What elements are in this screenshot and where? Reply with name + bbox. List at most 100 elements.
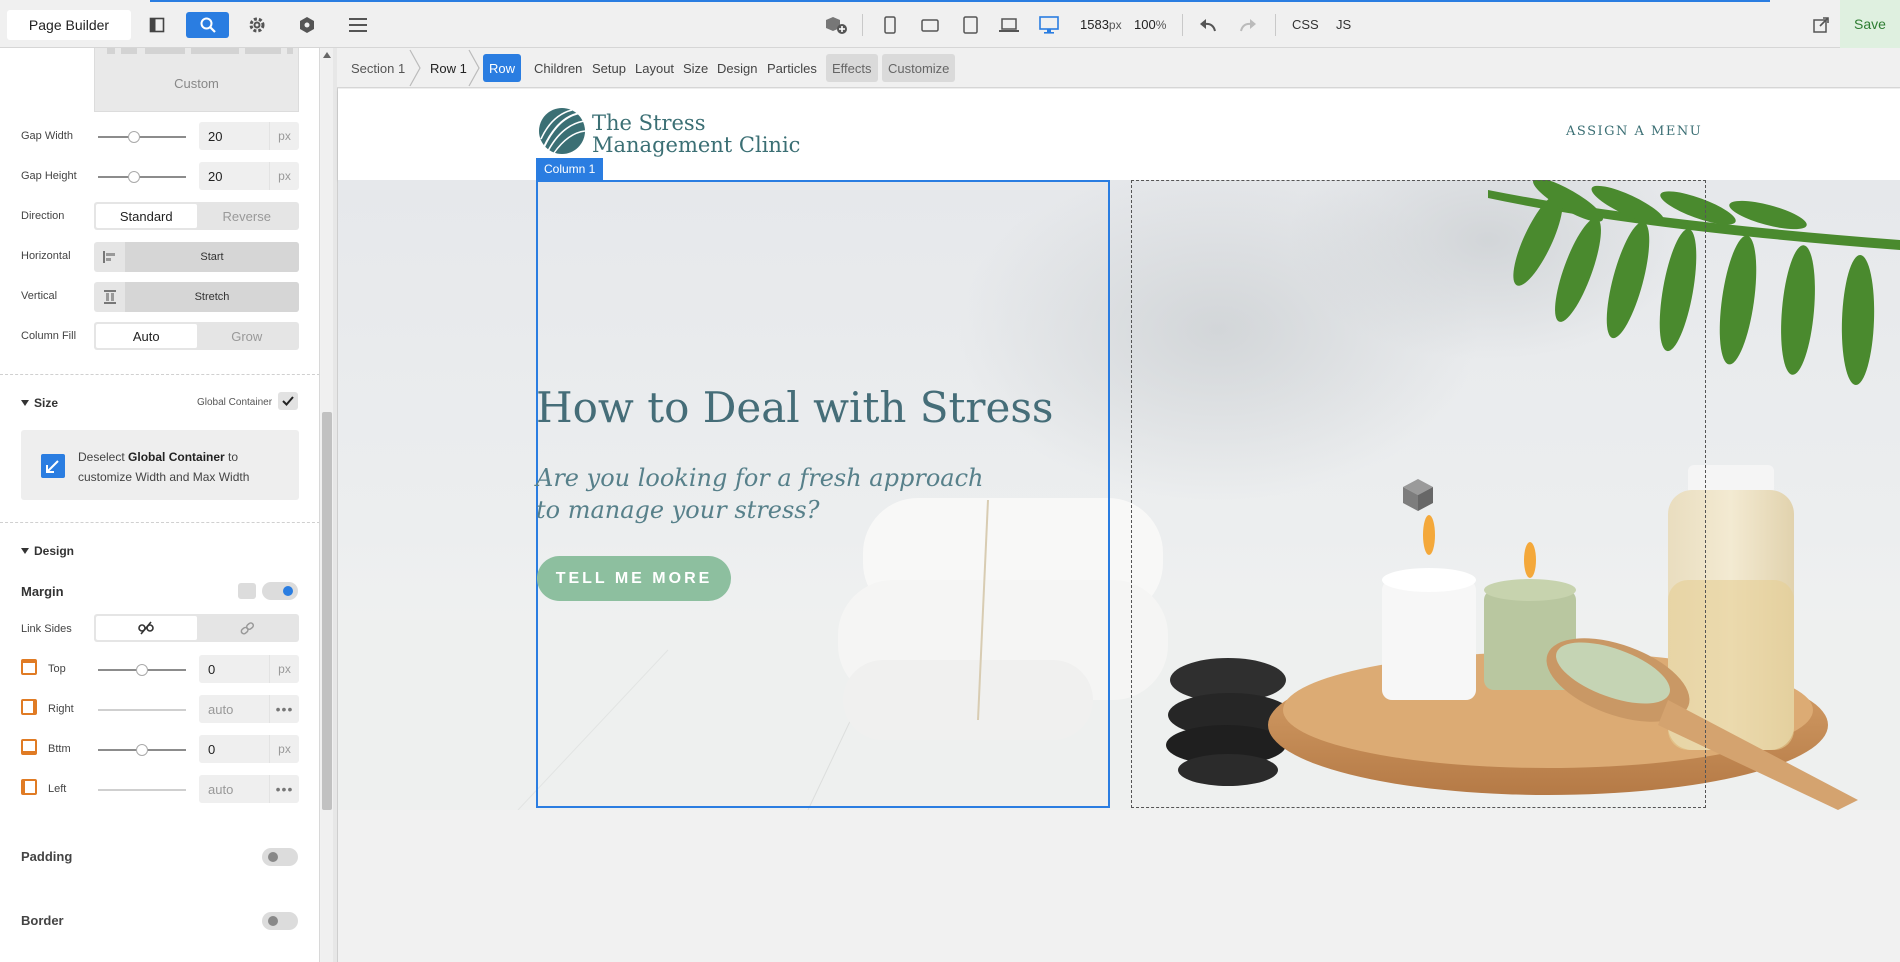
margin-right-slider[interactable] xyxy=(98,709,186,711)
section-divider xyxy=(0,522,319,523)
column-1-label[interactable]: Column 1 xyxy=(536,158,604,180)
layout-preview-bar xyxy=(121,48,137,54)
top-toolbar: Page Builder 1583px 100% CSS JS Save xyxy=(0,0,1900,48)
vertical-label: Vertical xyxy=(21,290,58,302)
more-options-icon[interactable]: ••• xyxy=(269,695,299,723)
tab-size[interactable]: Size xyxy=(683,54,708,82)
slider-knob[interactable] xyxy=(128,131,140,143)
gap-width-input[interactable]: 20 px xyxy=(199,122,299,150)
toggle-dot xyxy=(283,586,293,596)
app-title-button[interactable]: Page Builder xyxy=(7,10,131,40)
laptop-icon[interactable] xyxy=(994,12,1024,38)
size-section-title: Size xyxy=(34,396,59,410)
cube-placeholder-icon[interactable] xyxy=(1399,476,1437,514)
gap-height-slider[interactable] xyxy=(98,171,186,183)
margin-bottom-slider[interactable] xyxy=(98,744,186,756)
hero-subheading-line-1: Are you looking for a fresh approach xyxy=(536,464,984,492)
global-container-label: Global Container xyxy=(197,397,273,408)
tell-me-more-button[interactable]: TELL ME MORE xyxy=(537,556,731,601)
column-fill-grow-option[interactable]: Grow xyxy=(197,324,298,348)
margin-right-input[interactable]: auto ••• xyxy=(199,695,299,723)
padding-toggle[interactable] xyxy=(262,848,298,866)
css-button[interactable]: CSS xyxy=(1292,17,1319,32)
tab-particles[interactable]: Particles xyxy=(767,54,817,82)
desktop-icon[interactable] xyxy=(1034,12,1064,38)
gap-width-slider[interactable] xyxy=(98,131,186,143)
phone-portrait-icon[interactable] xyxy=(875,12,905,38)
margin-left-slider[interactable] xyxy=(98,789,186,791)
layout-preview-bar xyxy=(145,48,185,54)
hero-heading[interactable]: How to Deal with Stress xyxy=(536,383,1053,432)
margin-top-slider[interactable] xyxy=(98,664,186,676)
design-section-header[interactable]: Design xyxy=(21,544,74,558)
assign-menu-link[interactable]: ASSIGN A MENU xyxy=(1566,124,1702,139)
slider-knob[interactable] xyxy=(136,664,148,676)
hero-subheading[interactable]: Are you looking for a fresh approach to … xyxy=(536,462,996,526)
margin-bottom-input[interactable]: 0 px xyxy=(199,735,299,763)
margin-bottom-unit[interactable]: px xyxy=(269,735,299,763)
external-link-icon[interactable] xyxy=(1806,12,1836,38)
global-container-checkbox[interactable] xyxy=(278,392,298,410)
margin-top-unit[interactable]: px xyxy=(269,655,299,683)
size-section-header[interactable]: Size xyxy=(21,396,58,410)
margin-top-input[interactable]: 0 px xyxy=(199,655,299,683)
hamburger-menu-icon[interactable] xyxy=(343,12,373,38)
margin-toggle[interactable] xyxy=(262,582,298,600)
gear-icon[interactable] xyxy=(242,12,272,38)
logo-line-1: The Stress xyxy=(592,111,706,135)
panel-toggle-icon[interactable] xyxy=(142,12,172,38)
tab-effects[interactable]: Effects xyxy=(826,54,878,82)
link-sides-option[interactable] xyxy=(197,616,298,640)
undo-icon[interactable] xyxy=(1193,12,1223,38)
tab-row[interactable]: Row xyxy=(483,54,521,82)
vertical-align-select[interactable]: Stretch xyxy=(94,282,299,312)
phone-landscape-icon[interactable] xyxy=(915,12,945,38)
gap-height-input[interactable]: 20 px xyxy=(199,162,299,190)
tab-setup[interactable]: Setup xyxy=(592,54,626,82)
margin-left-input[interactable]: auto ••• xyxy=(199,775,299,803)
tab-children[interactable]: Children xyxy=(534,54,582,82)
viewport-width-value: 1583 xyxy=(1080,17,1109,32)
save-button[interactable]: Save xyxy=(1840,0,1900,48)
breadcrumb-row[interactable]: Row 1 xyxy=(430,48,467,88)
gap-width-label: Gap Width xyxy=(21,130,73,142)
scrollbar-thumb[interactable] xyxy=(322,412,332,810)
tab-customize[interactable]: Customize xyxy=(882,54,956,82)
viewport-width-readout[interactable]: 1583px xyxy=(1080,17,1122,32)
column-fill-auto-option[interactable]: Auto xyxy=(96,324,197,348)
site-logo-text[interactable]: The Stress Management Clinic xyxy=(592,112,800,156)
responsive-icon[interactable] xyxy=(238,583,256,599)
gap-width-unit[interactable]: px xyxy=(269,122,299,150)
column-fill-label: Column Fill xyxy=(21,330,77,342)
margin-title: Margin xyxy=(21,584,64,599)
slider-knob[interactable] xyxy=(128,171,140,183)
panel-scrollbar[interactable] xyxy=(321,48,333,962)
horizontal-align-select[interactable]: Start xyxy=(94,242,299,272)
custom-layout-option[interactable]: Custom xyxy=(94,48,299,112)
unlink-sides-option[interactable] xyxy=(96,616,197,640)
more-options-icon[interactable]: ••• xyxy=(269,775,299,803)
direction-standard-option[interactable]: Standard xyxy=(96,204,197,228)
margin-right-icon xyxy=(21,699,37,715)
redo-icon[interactable] xyxy=(1233,12,1263,38)
tab-layout[interactable]: Layout xyxy=(635,54,674,82)
loading-bar xyxy=(150,0,1770,2)
search-icon[interactable] xyxy=(186,12,229,38)
border-toggle[interactable] xyxy=(262,912,298,930)
margin-top-label: Top xyxy=(48,663,66,675)
tab-design[interactable]: Design xyxy=(717,54,757,82)
add-element-icon[interactable] xyxy=(822,12,852,38)
layout-preview-bar xyxy=(245,48,281,54)
direction-reverse-option[interactable]: Reverse xyxy=(197,204,298,228)
margin-bottom-icon xyxy=(21,739,37,755)
scroll-up-icon[interactable] xyxy=(323,52,331,58)
gap-height-unit[interactable]: px xyxy=(269,162,299,190)
hexagon-icon[interactable] xyxy=(292,12,322,38)
zoom-readout[interactable]: 100% xyxy=(1134,17,1166,32)
gap-height-label: Gap Height xyxy=(21,170,77,182)
breadcrumb-section[interactable]: Section 1 xyxy=(351,48,405,88)
direction-label: Direction xyxy=(21,210,65,222)
tablet-portrait-icon[interactable] xyxy=(955,12,985,38)
js-button[interactable]: JS xyxy=(1336,17,1351,32)
slider-knob[interactable] xyxy=(136,744,148,756)
